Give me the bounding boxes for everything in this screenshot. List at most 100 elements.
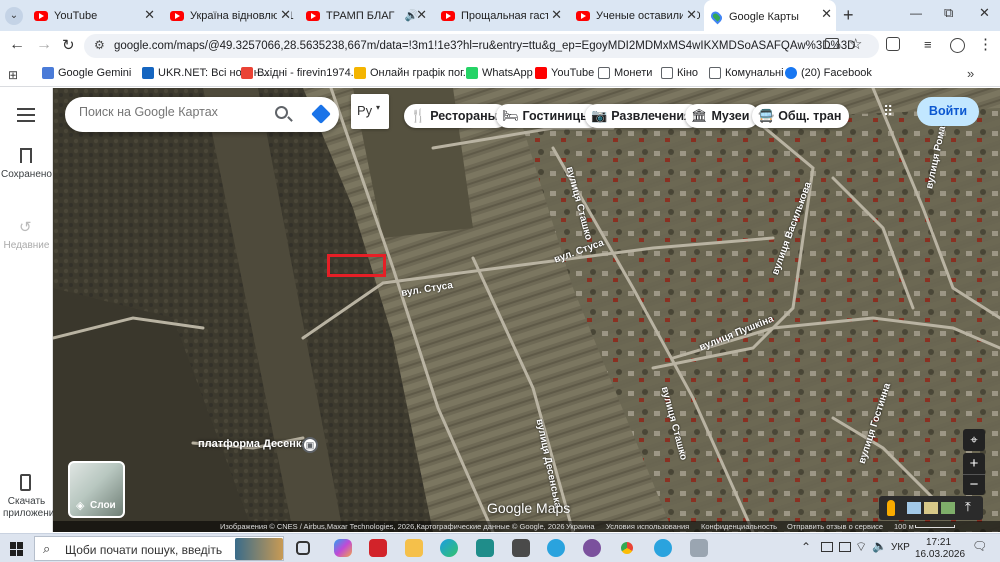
country-link[interactable]: Украина: [566, 521, 595, 532]
bookmark-youtube[interactable]: YouTube: [535, 67, 594, 79]
apps-grid-icon[interactable]: ⊞: [8, 68, 18, 82]
my-location-button[interactable]: ⌖: [963, 429, 985, 451]
bookmark-outage-schedule[interactable]: Онлайн графік пог...: [354, 67, 472, 79]
bookmark-whatsapp[interactable]: WhatsApp: [466, 67, 533, 79]
notifications-icon[interactable]: 🗨: [972, 539, 987, 553]
viber-icon[interactable]: [583, 539, 601, 557]
app-z-icon[interactable]: [476, 539, 494, 557]
install-app-icon[interactable]: [825, 38, 839, 49]
bookmark-facebook[interactable]: (20) Facebook: [785, 67, 872, 79]
bookmark-folder-coins[interactable]: Монети: [598, 67, 652, 79]
forward-button[interactable]: →: [36, 36, 52, 54]
language-selector[interactable]: Ру ▾: [351, 94, 389, 129]
telegram-icon[interactable]: [654, 539, 672, 557]
tab-search-button[interactable]: ⌄: [5, 7, 23, 25]
phone-icon: [20, 474, 31, 491]
media-control-icon[interactable]: ≡: [924, 37, 932, 52]
zoom-in-button[interactable]: +: [963, 453, 985, 474]
maximize-button[interactable]: ⧉: [944, 5, 953, 21]
recent-button[interactable]: ↺ Недавние: [0, 216, 53, 266]
search-input[interactable]: [79, 105, 269, 119]
google-maps-pin-icon: [709, 9, 724, 24]
hamburger-menu-icon[interactable]: [17, 108, 35, 122]
windows-start-icon[interactable]: [10, 542, 24, 556]
close-tab-icon[interactable]: ✕: [416, 7, 427, 23]
expand-icon[interactable]: ⤒: [965, 499, 971, 515]
tab-youtube[interactable]: YouTube ✕: [34, 4, 159, 27]
acrobat-icon[interactable]: [369, 539, 387, 557]
minimize-button[interactable]: —: [910, 6, 922, 20]
app-icon[interactable]: [690, 539, 708, 557]
directions-icon[interactable]: [311, 104, 331, 124]
bookmark-star-icon[interactable]: ☆: [849, 35, 862, 53]
tab-gastro[interactable]: Прощальная гастро ✕: [441, 4, 566, 27]
imagery-attribution: Изображения © CNES / Airbus,Maxar Techno…: [220, 522, 565, 531]
site-info-icon[interactable]: ⚙: [94, 38, 105, 52]
edge-icon[interactable]: [440, 539, 458, 557]
privacy-link[interactable]: Конфиденциальность: [701, 521, 777, 532]
tab-ukraine[interactable]: Україна відновлює 1 ✕: [170, 4, 295, 27]
close-tab-icon[interactable]: ✕: [277, 7, 291, 23]
reload-button[interactable]: ↻: [62, 36, 75, 54]
browser-menu-icon[interactable]: ⋮: [978, 35, 993, 53]
chrome-icon[interactable]: [618, 539, 636, 557]
pegman-icon[interactable]: [887, 500, 895, 516]
satellite-thumbnail[interactable]: [941, 502, 955, 514]
bookmark-folder-kino[interactable]: Кіно: [661, 67, 698, 79]
chip-restaurants[interactable]: 🍴 Рестораны: [404, 104, 509, 128]
download-app-button[interactable]: Скачать приложение: [0, 472, 60, 532]
zoom-controls: + −: [963, 453, 985, 495]
taskbar-search[interactable]: ⌕ Щоби почати пошук, введіть: [34, 536, 284, 561]
sign-in-button[interactable]: Войти: [917, 97, 979, 126]
tray-chevron-icon[interactable]: ⌃: [801, 540, 811, 554]
bookmark-gmail[interactable]: Вхідні - firevin1974...: [241, 67, 360, 79]
google-apps-icon[interactable]: ⠿: [883, 103, 893, 120]
telegram-icon[interactable]: [547, 539, 565, 557]
bookmark-folder-utilities[interactable]: Комунальні: [709, 67, 784, 79]
clock-date[interactable]: 16.03.2026: [915, 549, 965, 560]
terms-link[interactable]: Условия использования: [606, 521, 689, 532]
satellite-map[interactable]: вул. Стуса вул. Стуса вулиця Сташко вули…: [53, 88, 1000, 532]
tab-google-maps[interactable]: Google Карты ✕: [704, 0, 836, 31]
google-icon: [241, 67, 253, 79]
extensions-icon[interactable]: [886, 37, 900, 51]
tray-volume-icon[interactable]: 🔈: [872, 539, 887, 553]
address-bar[interactable]: ⚙ google.com/maps/@49.3257066,28.5635238…: [84, 34, 879, 58]
youtube-icon: [170, 10, 184, 21]
tray-display-icon[interactable]: [839, 542, 851, 552]
profile-icon[interactable]: [950, 38, 965, 53]
task-view-icon[interactable]: [296, 541, 310, 555]
clock-time[interactable]: 17:21: [926, 537, 951, 548]
zoom-out-button[interactable]: −: [963, 474, 985, 495]
keyboard-language[interactable]: УКР: [891, 542, 910, 553]
feedback-link[interactable]: Отправить отзыв о сервисе: [787, 521, 883, 532]
close-tab-icon[interactable]: ✕: [821, 6, 832, 22]
scale-label[interactable]: 100 м: [894, 521, 914, 532]
traffic-thumbnail[interactable]: [924, 502, 938, 514]
tab-tramp[interactable]: ТРАМП БЛАГ 🔊 ✕: [306, 4, 431, 27]
close-window-button[interactable]: ✕: [979, 5, 990, 21]
tray-network-icon[interactable]: ⌔: [855, 539, 867, 555]
file-explorer-icon[interactable]: [405, 539, 423, 557]
terrain-thumbnail[interactable]: [907, 502, 921, 514]
close-tab-icon[interactable]: ✕: [548, 7, 562, 23]
chip-transit[interactable]: 🚍Общ. тран›: [752, 104, 849, 128]
tab-scientists[interactable]: Ученые оставили 30 ✕: [576, 4, 701, 27]
copilot-icon[interactable]: [334, 539, 352, 557]
tray-app-icon[interactable]: [821, 542, 833, 552]
close-tab-icon[interactable]: ✕: [683, 7, 697, 23]
new-tab-button[interactable]: +: [843, 5, 854, 26]
chip-museums[interactable]: 🏛 Музеи: [685, 104, 760, 128]
close-tab-icon[interactable]: ✕: [144, 7, 155, 23]
bookmark-gemini[interactable]: Google Gemini: [42, 67, 131, 79]
train-station-icon[interactable]: ▣: [302, 437, 318, 453]
facebook-icon: [785, 67, 797, 79]
back-button[interactable]: ←: [9, 36, 25, 54]
calculator-icon[interactable]: [512, 539, 530, 557]
chip-entertainment[interactable]: 📷 Развлечения: [585, 104, 702, 128]
search-box[interactable]: [65, 97, 339, 132]
saved-button[interactable]: Сохранено: [0, 146, 53, 196]
more-bookmarks-icon[interactable]: »: [967, 66, 974, 81]
layers-button[interactable]: ◈ Слои: [68, 461, 125, 518]
platform-label[interactable]: платформа Десенка: [198, 438, 308, 450]
